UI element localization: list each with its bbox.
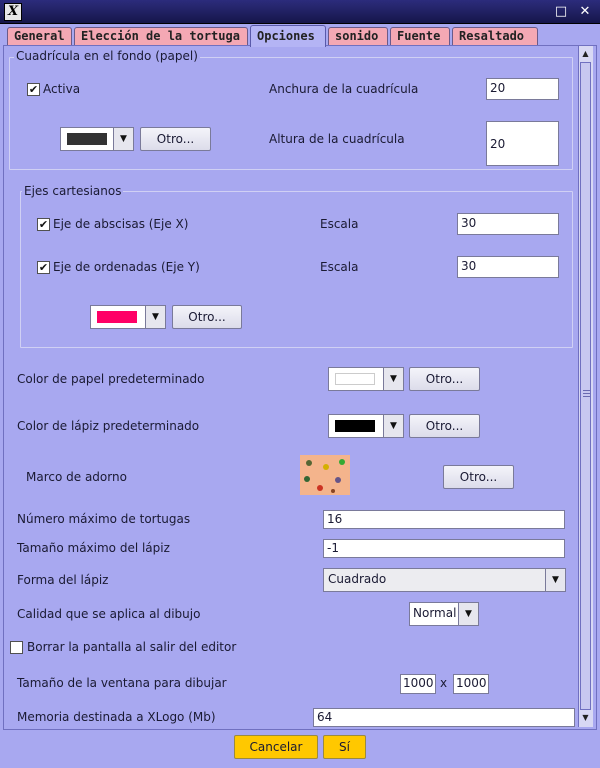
chevron-down-icon[interactable]: ▼ [113,128,133,150]
paper-color-other-button[interactable]: Otro... [409,367,480,391]
grid-height-field[interactable]: 20 [486,121,559,166]
axes-color-select[interactable]: ▼ [90,305,166,329]
frame-preview-image [300,455,350,495]
window-width-field[interactable]: 1000 [400,674,436,694]
chevron-down-icon[interactable]: ▼ [145,306,165,328]
title-bar [0,0,600,24]
pen-color-label: Color de lápiz predeterminado [17,419,200,433]
tab-font[interactable]: Fuente [390,27,450,45]
grid-height-label: Altura de la cuadrícula [269,132,405,146]
draw-quality-label: Calidad que se aplica al dibujo [17,607,201,621]
grid-width-label: Anchura de la cuadrícula [269,82,419,96]
pen-color-select[interactable]: ▼ [328,414,404,438]
max-turtles-label: Número máximo de tortugas [17,512,191,526]
max-turtles-field[interactable]: 16 [323,510,565,529]
grid-color-other-button[interactable]: Otro... [140,127,211,151]
chevron-down-icon[interactable]: ▼ [458,603,478,625]
y-scale-label: Escala [320,260,359,274]
frame-label: Marco de adorno [26,470,127,484]
clear-screen-checkbox[interactable] [10,641,23,654]
ok-button[interactable]: Sí [323,735,366,759]
paper-color-select[interactable]: ▼ [328,367,404,391]
draw-quality-select[interactable]: Normal ▼ [409,602,479,626]
grid-color-select[interactable]: ▼ [60,127,134,151]
clear-screen-label: Borrar la pantalla al salir del editor [27,640,237,654]
max-pen-size-label: Tamaño máximo del lápiz [17,541,170,555]
axes-section-legend: Ejes cartesianos [22,184,124,198]
pen-color-swatch [335,420,375,432]
max-pen-size-field[interactable]: -1 [323,539,565,558]
window-height-field[interactable]: 1000 [453,674,489,694]
chevron-down-icon[interactable]: ▼ [383,368,403,390]
y-scale-field[interactable]: 30 [457,256,559,278]
x-axis-label: Eje de abscisas (Eje X) [53,217,189,231]
memory-label: Memoria destinada a XLogo (Mb) [17,710,216,724]
y-axis-label: Eje de ordenadas (Eje Y) [53,260,200,274]
x-scale-label: Escala [320,217,359,231]
axes-color-other-button[interactable]: Otro... [172,305,242,329]
pen-color-other-button[interactable]: Otro... [409,414,480,438]
window-size-separator: x [440,676,448,690]
draw-quality-value: Normal [413,606,457,620]
pen-shape-select[interactable]: Cuadrado ▼ [323,568,566,592]
tab-options[interactable]: Opciones [250,25,326,47]
paper-color-swatch [335,373,375,385]
close-icon[interactable]: ✕ [576,3,594,21]
grid-active-checkbox[interactable]: ✔ [27,83,40,96]
window-size-label: Tamaño de la ventana para dibujar [17,676,227,690]
tab-general[interactable]: General [7,27,72,45]
grid-width-field[interactable]: 20 [486,78,559,100]
x-scale-field[interactable]: 30 [457,213,559,235]
scroll-down-icon[interactable]: ▼ [579,711,592,725]
grid-section-legend: Cuadrícula en el fondo (papel) [14,49,200,63]
xlogo-app-icon: X [4,3,22,21]
tab-highlighting[interactable]: Resaltado [452,27,538,45]
chevron-down-icon[interactable]: ▼ [383,415,403,437]
axes-color-swatch [97,311,137,323]
paper-color-label: Color de papel predeterminado [17,372,205,386]
cancel-button[interactable]: Cancelar [234,735,318,759]
tab-turtle-choice[interactable]: Elección de la tortuga [74,27,248,45]
y-axis-checkbox[interactable]: ✔ [37,261,50,274]
grid-active-label: Activa [43,82,81,96]
scroll-up-icon[interactable]: ▲ [579,47,592,61]
frame-other-button[interactable]: Otro... [443,465,514,489]
pen-shape-label: Forma del lápiz [17,573,109,587]
grid-color-swatch [67,133,107,145]
scrollbar-thumb[interactable] [580,62,591,710]
memory-field[interactable]: 64 [313,708,575,727]
chevron-down-icon[interactable]: ▼ [545,569,565,591]
pen-shape-value: Cuadrado [328,572,387,586]
tab-sound[interactable]: sonido [328,27,388,45]
minimize-icon[interactable]: □ [552,3,570,21]
x-axis-checkbox[interactable]: ✔ [37,218,50,231]
